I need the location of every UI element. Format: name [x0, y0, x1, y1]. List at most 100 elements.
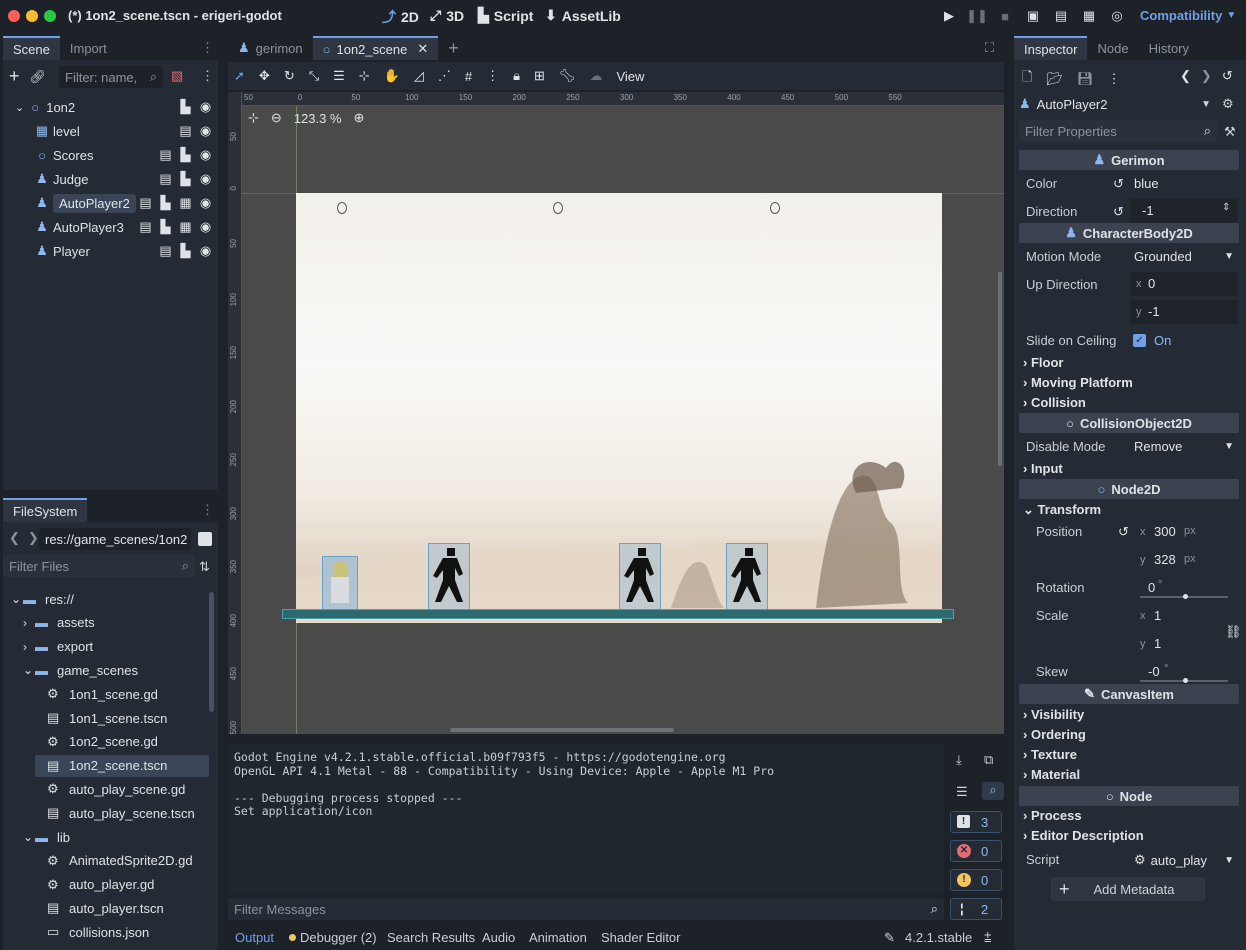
- group-process[interactable]: › Process: [1023, 808, 1082, 823]
- play-custom-scene-button[interactable]: ▦: [1080, 8, 1098, 24]
- file-tree-item[interactable]: ⚙ 1on2_scene.gd: [35, 731, 158, 753]
- slide-on-ceiling-checkbox[interactable]: ✓ On: [1133, 333, 1171, 348]
- file-tree-item[interactable]: ▤ 1on1_scene.tscn: [35, 707, 167, 729]
- remote-debug-button[interactable]: ▣: [1024, 8, 1042, 24]
- mode-2d-button[interactable]: ⤴ 2D: [382, 7, 419, 27]
- search-toggle-icon[interactable]: ⌕: [982, 782, 1004, 800]
- tab-shader-editor[interactable]: Shader Editor: [601, 930, 681, 945]
- play-button[interactable]: ▶: [940, 8, 958, 24]
- inspector-menu-icon[interactable]: ⋮: [1107, 71, 1120, 87]
- clear-output-icon[interactable]: ⤓: [956, 752, 962, 768]
- tab-audio[interactable]: Audio: [482, 930, 515, 945]
- scene-tree-item[interactable]: ♟ Judge ▤ ▙ ◉: [3, 168, 218, 190]
- pause-button[interactable]: ❚❚: [966, 8, 988, 24]
- skew-slider[interactable]: -0 °: [1134, 660, 1238, 684]
- object-selector[interactable]: ♟ AutoPlayer2 ▼: [1019, 92, 1211, 116]
- move-tool-icon[interactable]: ✥: [259, 68, 270, 84]
- object-properties-icon[interactable]: ⚙: [1222, 96, 1234, 112]
- eye-icon[interactable]: ◉: [199, 123, 212, 138]
- mode-assetlib-button[interactable]: ⬇ AssetLib: [545, 7, 621, 24]
- motion-mode-select[interactable]: Grounded ▼: [1134, 249, 1234, 264]
- group-icon[interactable]: ▦: [179, 219, 192, 234]
- minimize-window-button[interactable]: [26, 10, 38, 22]
- group-icon[interactable]: ▦: [179, 195, 192, 210]
- chevron-right-icon[interactable]: ›: [23, 640, 35, 654]
- eye-icon[interactable]: ◉: [199, 99, 212, 114]
- chevron-down-icon[interactable]: ⌄: [23, 663, 35, 677]
- zoom-window-button[interactable]: [44, 10, 56, 22]
- up-direction-x-field[interactable]: x 0: [1130, 272, 1238, 296]
- movie-maker-button[interactable]: ◎: [1108, 8, 1126, 24]
- tab-inspector[interactable]: Inspector: [1014, 36, 1088, 60]
- group-transform[interactable]: ⌄ Transform: [1023, 502, 1101, 518]
- dock-toggle-icon[interactable]: ⩲: [984, 930, 992, 946]
- history-forward-icon[interactable]: ❯: [1201, 68, 1212, 84]
- open-folder-icon[interactable]: 📂︎: [1046, 71, 1063, 87]
- group-material[interactable]: › Material: [1023, 767, 1080, 782]
- file-tree-item[interactable]: ⌄ ▬ game_scenes: [23, 659, 138, 681]
- file-tree-item[interactable]: ⚙ auto_play_scene.gd: [35, 778, 185, 800]
- play-scene-button[interactable]: ▤: [1052, 8, 1070, 24]
- stop-button[interactable]: ■: [996, 8, 1014, 24]
- tab-history[interactable]: History: [1139, 36, 1199, 60]
- script-icon[interactable]: ▙: [179, 99, 192, 114]
- group-visibility[interactable]: › Visibility: [1023, 707, 1084, 722]
- file-tree-item[interactable]: › ▬ assets: [23, 612, 95, 634]
- tab-scene[interactable]: Scene: [3, 36, 60, 60]
- filter-messages-input[interactable]: Filter Messages ⌕: [228, 898, 944, 920]
- scale-tool-icon[interactable]: ⤡: [309, 68, 319, 84]
- direction-spinbox[interactable]: -1 ⇕: [1130, 199, 1238, 223]
- forward-icon[interactable]: ❯: [28, 530, 39, 546]
- script-icon[interactable]: ▙: [159, 219, 172, 234]
- scene-tree-item[interactable]: ⌄ ○ 1on2 ▙ ◉: [3, 96, 218, 118]
- copy-output-icon[interactable]: ⧉: [984, 752, 993, 768]
- dock-menu-icon[interactable]: ⋮: [197, 36, 218, 60]
- scene-tree-item[interactable]: ♟ AutoPlayer2 ▤ ▙ ▦ ◉: [3, 192, 218, 214]
- new-resource-icon[interactable]: 🗋︎: [1022, 68, 1032, 90]
- revert-icon[interactable]: ↺: [1113, 204, 1124, 220]
- add-tab-icon[interactable]: +: [438, 36, 469, 60]
- back-icon[interactable]: ❮: [9, 530, 20, 546]
- canvas-viewport[interactable]: 50 0 50 100 150 200 250 300 350 400 450 500 550 50 0 5…: [228, 92, 1004, 734]
- group-collision[interactable]: › Collision: [1023, 395, 1086, 410]
- fighter-sprite[interactable]: [428, 543, 470, 611]
- tab-debugger[interactable]: Debugger (2): [289, 930, 377, 945]
- scene-menu-icon[interactable]: ⋮: [201, 68, 214, 84]
- bone-icon[interactable]: 🦴︎: [559, 68, 576, 84]
- zoom-out-icon[interactable]: ⊖: [271, 110, 282, 126]
- file-tree-item[interactable]: ▭ collisions.json: [35, 921, 149, 943]
- ruler-tool-icon[interactable]: ◿: [414, 68, 424, 84]
- chevron-down-icon[interactable]: ⌄: [15, 101, 24, 114]
- file-tree-item[interactable]: › ▬ export: [23, 636, 93, 658]
- view-menu[interactable]: View: [616, 69, 644, 84]
- fullscreen-icon[interactable]: ⛶: [975, 36, 1004, 60]
- warnings-count-toggle[interactable]: ! 0: [950, 869, 1002, 891]
- rotation-slider[interactable]: 0 °: [1134, 576, 1238, 600]
- rotate-tool-icon[interactable]: ↻: [284, 68, 295, 84]
- add-metadata-button[interactable]: + Add Metadata: [1051, 877, 1205, 901]
- group-input[interactable]: › Input: [1023, 461, 1063, 476]
- scale-y-field[interactable]: y 1: [1134, 632, 1222, 656]
- path-input[interactable]: res://game_scenes/1on2: [39, 528, 191, 550]
- snap-options-icon[interactable]: ⋮: [486, 68, 499, 84]
- lock-icon[interactable]: 🔒︎: [513, 68, 520, 84]
- scene-filter-input[interactable]: Filter: name, ⌕: [59, 66, 163, 88]
- info-count-toggle[interactable]: ¦ 2: [950, 898, 1002, 920]
- tab-filesystem[interactable]: FileSystem: [3, 498, 88, 522]
- judge-sprite[interactable]: [322, 556, 358, 610]
- fighter-sprite[interactable]: [726, 543, 768, 611]
- clapper-icon[interactable]: ▤: [159, 147, 172, 162]
- errors-count-toggle[interactable]: ✕ 0: [950, 840, 1002, 862]
- scene-tree-item[interactable]: ○ Scores ▤ ▙ ◉: [3, 144, 218, 166]
- eye-icon[interactable]: ◉: [199, 243, 212, 258]
- group-floor[interactable]: › Floor: [1023, 355, 1063, 370]
- file-tree-item[interactable]: ⚙ AnimatedSprite2D.gd: [35, 850, 193, 872]
- group-editor-description[interactable]: › Editor Description: [1023, 828, 1144, 843]
- tab-import[interactable]: Import: [60, 36, 117, 60]
- clapper-icon[interactable]: ▤: [139, 219, 152, 234]
- position-x-field[interactable]: x 300 px: [1134, 520, 1238, 544]
- zoom-level[interactable]: 123.3 %: [294, 111, 342, 126]
- collapse-messages-icon[interactable]: ☰: [956, 784, 968, 800]
- tab-search-results[interactable]: Search Results: [387, 930, 475, 945]
- file-tree-item[interactable]: ⌄ ▬ res://: [11, 588, 74, 610]
